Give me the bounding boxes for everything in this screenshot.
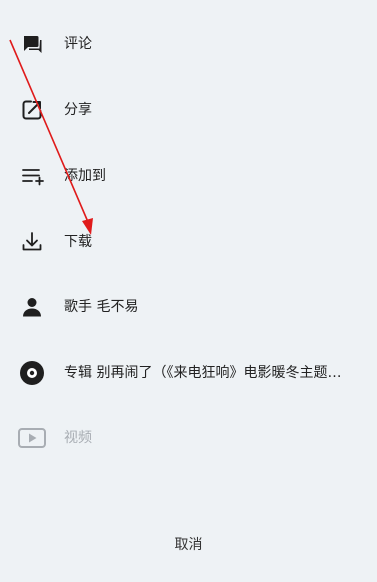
menu-item-label: 下载 — [64, 234, 92, 250]
cancel-button[interactable]: 取消 — [0, 531, 377, 559]
menu-item-download[interactable]: 下载 — [0, 218, 377, 266]
add-to-playlist-icon — [18, 162, 46, 190]
menu-item-label: 分享 — [64, 102, 92, 118]
menu-item-singer[interactable]: 歌手 毛不易 — [0, 283, 377, 331]
action-sheet: 评论 分享 添加到 下载 歌手 毛不易 专辑 别再闹了（《来电狂响》电影暖冬主题… — [0, 0, 377, 582]
album-icon — [18, 359, 46, 387]
comment-icon — [18, 30, 46, 58]
share-icon — [18, 96, 46, 124]
download-icon — [18, 228, 46, 256]
menu-item-comment[interactable]: 评论 — [0, 20, 377, 68]
menu-item-label: 专辑 别再闹了（《来电狂响》电影暖冬主题… — [64, 365, 342, 381]
menu-item-share[interactable]: 分享 — [0, 86, 377, 134]
menu-item-label: 评论 — [64, 36, 92, 52]
menu-item-album[interactable]: 专辑 别再闹了（《来电狂响》电影暖冬主题… — [0, 349, 377, 397]
menu-item-label: 歌手 毛不易 — [64, 299, 139, 315]
singer-icon — [18, 293, 46, 321]
menu-item-label: 添加到 — [64, 168, 106, 184]
menu-item-video: 视频 — [0, 414, 377, 462]
video-icon — [18, 424, 46, 452]
menu-item-label: 视频 — [64, 430, 92, 446]
menu-item-add-to[interactable]: 添加到 — [0, 152, 377, 200]
